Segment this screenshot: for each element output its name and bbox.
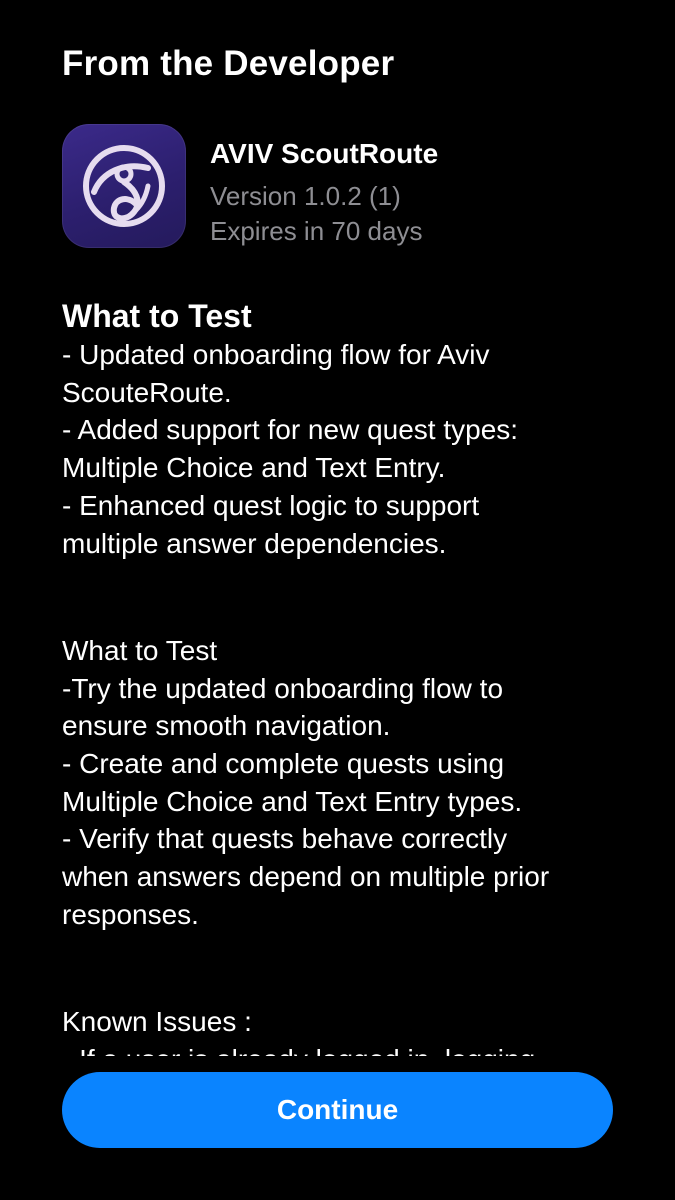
notes-line: - Create and complete quests using xyxy=(62,748,505,780)
notes-line: - Added support for new quest types: xyxy=(62,414,519,446)
notes-line: ensure smooth navigation. xyxy=(62,710,391,742)
notes-line: What to Test xyxy=(62,634,218,666)
continue-button[interactable]: Continue xyxy=(62,1072,613,1148)
notes-line: responses. xyxy=(62,898,199,930)
notes-line: -Try the updated onboarding flow to xyxy=(62,672,504,704)
notes-blank-line xyxy=(62,950,632,988)
notes-body: - Updated onboarding flow for Aviv Scoute… xyxy=(62,336,632,1056)
page-title: From the Developer xyxy=(62,44,395,83)
notes-line: Multiple Choice and Text Entry. xyxy=(62,452,446,484)
notes-line: Multiple Choice and Text Entry types. xyxy=(62,785,523,817)
notes-line: when answers depend on multiple prior xyxy=(62,861,550,893)
app-expiry: Expires in 70 days xyxy=(210,216,423,246)
notes-line: - If a user is already logged in, loggin… xyxy=(62,1041,632,1056)
release-notes[interactable]: What to Test - Updated onboarding flow f… xyxy=(62,296,632,1056)
notes-line: ScouteRoute. xyxy=(62,376,232,408)
notes-line: Known Issues : xyxy=(62,1006,252,1038)
notes-line: multiple answer dependencies. xyxy=(62,527,447,559)
notes-line: - Updated onboarding flow for Aviv xyxy=(62,339,490,370)
app-version: Version 1.0.2 (1) xyxy=(210,181,401,211)
notes-blank-line xyxy=(62,578,632,616)
notes-line: - Enhanced quest logic to support xyxy=(62,489,480,521)
aviv-scoutroute-logo-icon xyxy=(62,124,186,248)
app-header: AVIV ScoutRoute Version 1.0.2 (1) Expire… xyxy=(62,124,622,250)
notes-heading: What to Test xyxy=(62,298,252,334)
app-name: AVIV ScoutRoute xyxy=(210,138,439,169)
notes-line: - Verify that quests behave correctly xyxy=(62,823,508,855)
